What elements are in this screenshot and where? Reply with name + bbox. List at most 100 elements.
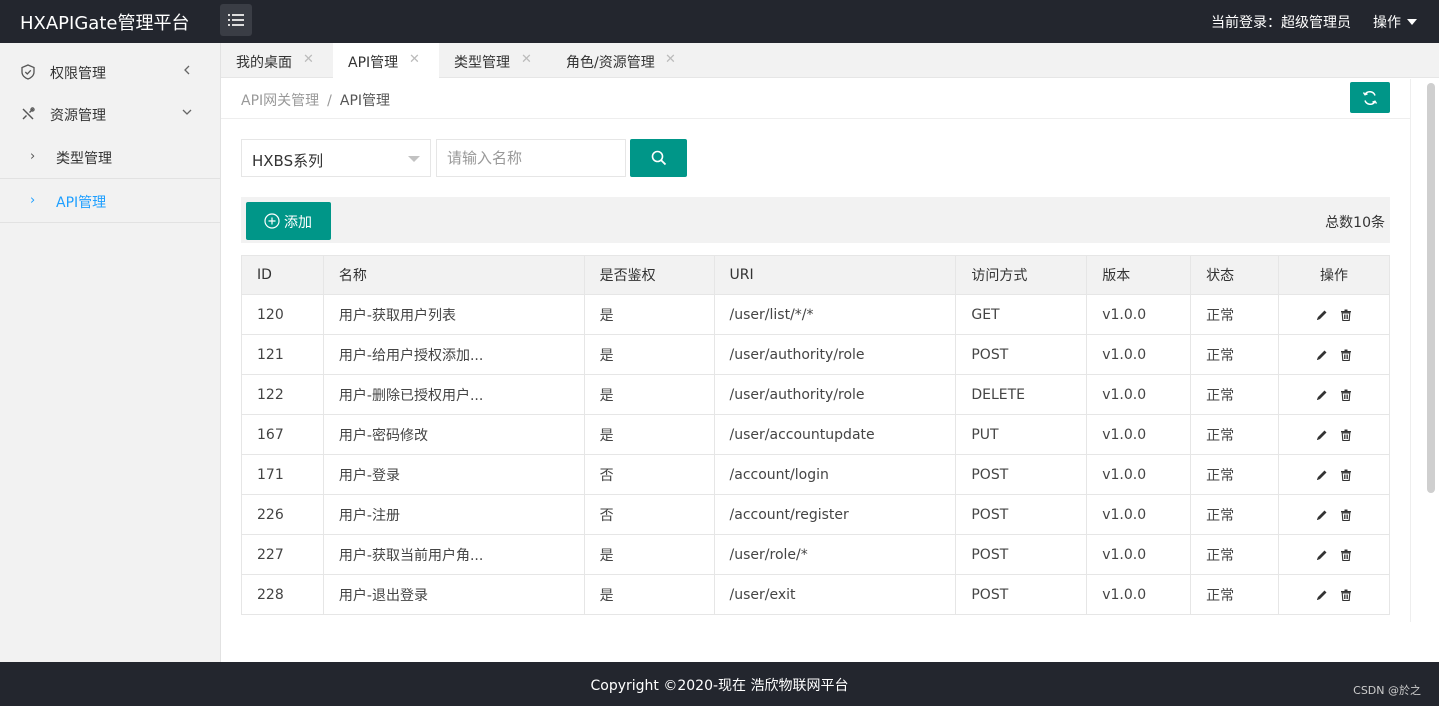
- trash-icon[interactable]: [1339, 428, 1353, 442]
- tab-bar: 我的桌面 ✕ API管理 ✕ 类型管理 ✕ 角色/资源管理 ✕: [221, 43, 1439, 79]
- edit-icon[interactable]: [1315, 308, 1329, 322]
- column-header: 是否鉴权: [583, 255, 715, 295]
- search-icon: [651, 150, 666, 166]
- table-row: 120 用户-获取用户列表是/user/list/*/* GET v1.0.0 正常: [241, 294, 1390, 335]
- shield-check-icon: [21, 64, 35, 80]
- tab-api-management[interactable]: API管理 ✕: [333, 43, 439, 79]
- series-select[interactable]: HXBS系列: [241, 139, 431, 177]
- cell-auth: 否: [583, 494, 715, 535]
- edit-icon[interactable]: [1315, 428, 1329, 442]
- close-icon[interactable]: ✕: [665, 52, 676, 67]
- table-row: 171 用户-登录否/account/login POST v1.0.0 正常: [241, 454, 1390, 495]
- plus-circle-icon: [264, 213, 280, 229]
- close-icon[interactable]: ✕: [303, 52, 314, 67]
- cell-uri: /user/role/*: [713, 534, 957, 575]
- footer: Copyright ©2020-现在 浩欣物联网平台 CSDN @於之: [0, 662, 1439, 706]
- cell-version: v1.0.0: [1086, 534, 1192, 575]
- add-button[interactable]: 添加: [246, 202, 331, 240]
- cell-id: 228: [241, 574, 324, 615]
- cell-id: 171: [241, 454, 324, 495]
- sidebar-item-resources[interactable]: 资源管理: [0, 93, 220, 135]
- caret-down-icon: [1407, 19, 1417, 25]
- table-toolbar: 添加 总数10条: [241, 197, 1390, 243]
- edit-icon[interactable]: [1315, 548, 1329, 562]
- refresh-button[interactable]: [1350, 82, 1390, 113]
- caret-down-icon: [408, 156, 420, 162]
- sidebar-item-permissions[interactable]: 权限管理: [0, 51, 220, 93]
- table-row: 167 用户-密码修改是/user/accountupdate PUT v1.0.0 正…: [241, 414, 1390, 455]
- cell-id: 226: [241, 494, 324, 535]
- tab-role-resource-management[interactable]: 角色/资源管理 ✕: [551, 43, 691, 78]
- breadcrumb-parent[interactable]: API网关管理: [241, 93, 319, 109]
- chevron-down-icon: [182, 109, 192, 115]
- cell-auth: 是: [583, 294, 715, 335]
- column-header: 访问方式: [955, 255, 1088, 295]
- cell-name: 用户-获取用户列表: [322, 294, 585, 335]
- cell-id: 167: [241, 414, 324, 455]
- sidebar-item-api-management[interactable]: › API管理: [0, 179, 220, 223]
- cell-auth: 否: [583, 454, 715, 495]
- trash-icon[interactable]: [1339, 348, 1353, 362]
- chevron-right-icon: ›: [30, 149, 36, 164]
- sidebar-item-type-management[interactable]: › 类型管理: [0, 135, 220, 179]
- column-header: 版本: [1086, 255, 1192, 295]
- search-button[interactable]: [630, 139, 687, 177]
- add-button-label: 添加: [284, 215, 312, 231]
- tab-label: 我的桌面: [236, 55, 292, 71]
- edit-icon[interactable]: [1315, 388, 1329, 402]
- trash-icon[interactable]: [1339, 548, 1353, 562]
- table-row: 226 用户-注册否/account/register POST v1.0.0 正常: [241, 494, 1390, 535]
- cell-status: 正常: [1190, 454, 1280, 495]
- trash-icon[interactable]: [1339, 308, 1353, 322]
- cell-uri: /account/register: [713, 494, 957, 535]
- cell-status: 正常: [1190, 494, 1280, 535]
- cell-method: POST: [955, 494, 1088, 535]
- sidebar-subitem-label: 类型管理: [56, 151, 112, 167]
- cell-actions: [1278, 534, 1390, 575]
- chevron-left-icon: [184, 65, 190, 75]
- cell-name: 用户-登录: [322, 454, 585, 495]
- scrollbar-thumb[interactable]: [1427, 83, 1435, 493]
- cell-id: 122: [241, 374, 324, 415]
- app-title: HXAPIGate管理平台: [20, 13, 190, 34]
- sidebar: 权限管理 资源管理 › 类型管理 › API管理: [0, 43, 221, 662]
- trash-icon[interactable]: [1339, 508, 1353, 522]
- edit-icon[interactable]: [1315, 348, 1329, 362]
- top-header: HXAPIGate管理平台 当前登录：超级管理员 操作: [0, 0, 1439, 43]
- edit-icon[interactable]: [1315, 588, 1329, 602]
- sidebar-item-label: 权限管理: [50, 66, 106, 82]
- cell-name: 用户-密码修改: [322, 414, 585, 455]
- cell-version: v1.0.0: [1086, 374, 1192, 415]
- menu-toggle-button[interactable]: [220, 4, 252, 36]
- cell-name: 用户-注册: [322, 494, 585, 535]
- cell-uri: /user/exit: [713, 574, 957, 615]
- series-select-value: HXBS系列: [252, 152, 324, 170]
- operations-menu[interactable]: 操作: [1373, 12, 1417, 32]
- trash-icon[interactable]: [1339, 388, 1353, 402]
- tab-my-desktop[interactable]: 我的桌面 ✕: [221, 43, 333, 78]
- cell-actions: [1278, 294, 1390, 335]
- cell-version: v1.0.0: [1086, 494, 1192, 535]
- trash-icon[interactable]: [1339, 468, 1353, 482]
- edit-icon[interactable]: [1315, 508, 1329, 522]
- cell-uri: /user/accountupdate: [713, 414, 957, 455]
- column-header: ID: [241, 255, 324, 295]
- cell-name: 用户-获取当前用户角...: [322, 534, 585, 575]
- name-search-input[interactable]: [436, 139, 626, 177]
- list-icon: [228, 14, 244, 26]
- breadcrumb-separator: /: [327, 93, 332, 109]
- close-icon[interactable]: ✕: [409, 52, 420, 67]
- cell-method: GET: [955, 294, 1088, 335]
- cell-actions: [1278, 374, 1390, 415]
- cell-status: 正常: [1190, 374, 1280, 415]
- tab-label: 类型管理: [454, 55, 510, 71]
- close-icon[interactable]: ✕: [521, 52, 532, 67]
- cell-id: 227: [241, 534, 324, 575]
- tab-type-management[interactable]: 类型管理 ✕: [439, 43, 551, 78]
- cell-method: POST: [955, 534, 1088, 575]
- edit-icon[interactable]: [1315, 468, 1329, 482]
- cell-name: 用户-给用户授权添加...: [322, 334, 585, 375]
- cell-status: 正常: [1190, 334, 1280, 375]
- table-header-row: ID 名称 是否鉴权 URI 访问方式 版本 状态 操作: [241, 255, 1390, 295]
- trash-icon[interactable]: [1339, 588, 1353, 602]
